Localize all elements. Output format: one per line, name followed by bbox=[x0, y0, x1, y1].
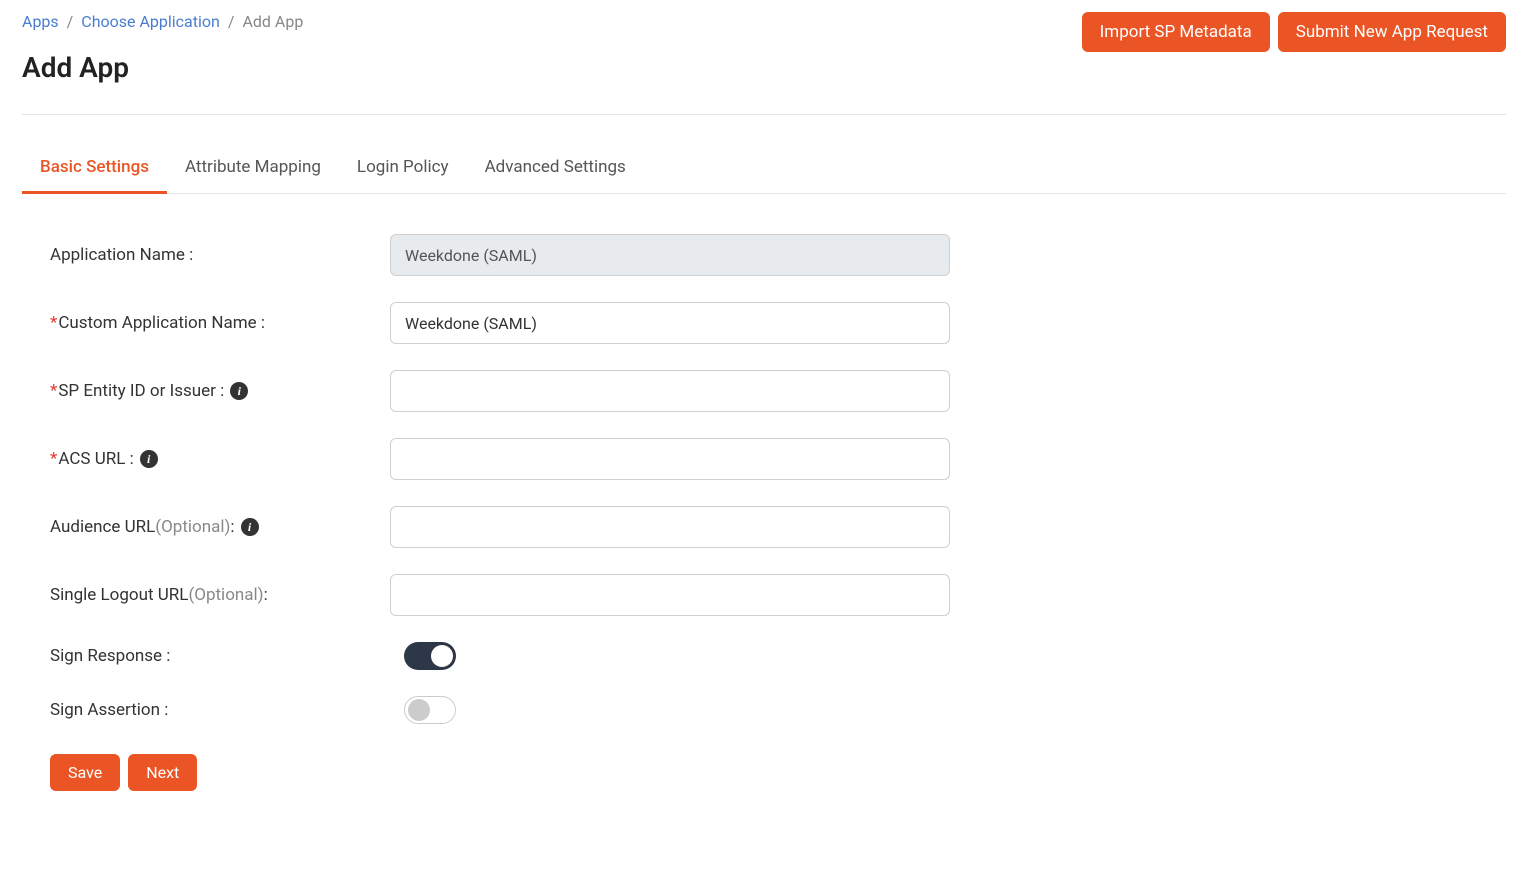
tab-attribute-mapping[interactable]: Attribute Mapping bbox=[167, 143, 339, 194]
page-title: Add App bbox=[22, 51, 303, 84]
info-icon[interactable]: i bbox=[241, 518, 259, 536]
toggle-knob bbox=[408, 699, 430, 721]
next-button[interactable]: Next bbox=[128, 754, 197, 791]
tab-advanced-settings[interactable]: Advanced Settings bbox=[467, 143, 644, 194]
toggle-knob bbox=[431, 645, 453, 667]
acs-url-label: *ACS URL : i bbox=[50, 449, 390, 469]
sign-assertion-label: Sign Assertion : bbox=[50, 700, 390, 720]
tab-basic-settings[interactable]: Basic Settings bbox=[22, 143, 167, 194]
application-name-label: Application Name : bbox=[50, 245, 390, 265]
required-mark: * bbox=[50, 449, 57, 469]
acs-url-input[interactable] bbox=[390, 438, 950, 480]
sign-assertion-toggle[interactable] bbox=[404, 696, 456, 724]
sp-entity-id-input[interactable] bbox=[390, 370, 950, 412]
sign-response-toggle[interactable] bbox=[404, 642, 456, 670]
tab-login-policy[interactable]: Login Policy bbox=[339, 143, 467, 194]
breadcrumb-sep: / bbox=[67, 12, 74, 31]
info-icon[interactable]: i bbox=[140, 450, 158, 468]
required-mark: * bbox=[50, 313, 57, 333]
import-sp-metadata-button[interactable]: Import SP Metadata bbox=[1082, 12, 1270, 52]
audience-url-label: Audience URL (Optional) : i bbox=[50, 517, 390, 537]
divider bbox=[22, 114, 1506, 115]
audience-url-input[interactable] bbox=[390, 506, 950, 548]
breadcrumb-current: Add App bbox=[242, 12, 303, 31]
breadcrumb-apps[interactable]: Apps bbox=[22, 12, 59, 31]
breadcrumb-sep: / bbox=[228, 12, 235, 31]
submit-new-app-request-button[interactable]: Submit New App Request bbox=[1278, 12, 1506, 52]
single-logout-url-label: Single Logout URL (Optional) : bbox=[50, 585, 390, 605]
required-mark: * bbox=[50, 381, 57, 401]
custom-application-name-input[interactable] bbox=[390, 302, 950, 344]
sp-entity-id-label: *SP Entity ID or Issuer : i bbox=[50, 381, 390, 401]
breadcrumb-choose[interactable]: Choose Application bbox=[81, 12, 220, 31]
save-button[interactable]: Save bbox=[50, 754, 120, 791]
single-logout-url-input[interactable] bbox=[390, 574, 950, 616]
tabs: Basic Settings Attribute Mapping Login P… bbox=[22, 143, 1506, 194]
custom-application-name-label: *Custom Application Name : bbox=[50, 313, 390, 333]
sign-response-label: Sign Response : bbox=[50, 646, 390, 666]
application-name-input bbox=[390, 234, 950, 276]
info-icon[interactable]: i bbox=[230, 382, 248, 400]
breadcrumb: Apps / Choose Application / Add App bbox=[22, 12, 303, 31]
